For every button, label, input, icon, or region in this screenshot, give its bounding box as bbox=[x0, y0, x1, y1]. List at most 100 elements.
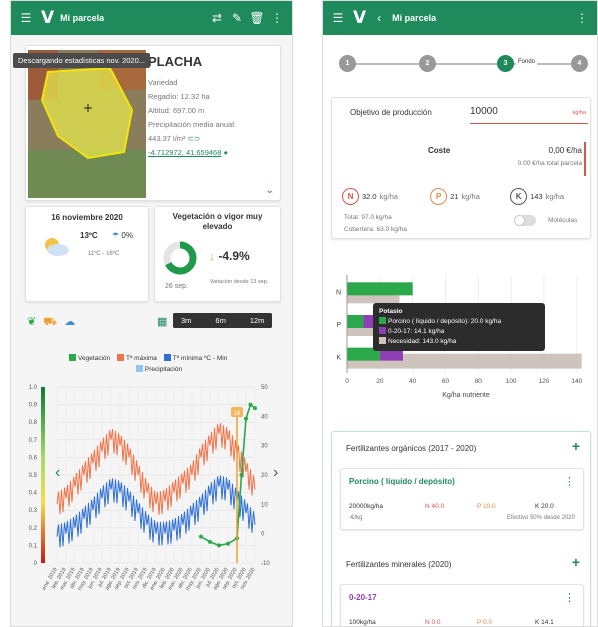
legend-item-vegetacion[interactable]: Vegetación bbox=[69, 354, 110, 362]
tooltip-row-1: Porcino ( líquido / depósito): 20.0 kg/h… bbox=[388, 318, 502, 325]
vegetation-color-scale bbox=[41, 387, 45, 563]
expand-chevron-icon[interactable]: ⌄ bbox=[266, 185, 274, 196]
vegetation-point bbox=[217, 543, 221, 548]
moleculas-label: Moléculas bbox=[548, 217, 578, 224]
chart-next-arrow[interactable]: › bbox=[273, 464, 278, 481]
bar-organic bbox=[347, 282, 413, 296]
calendar-icon[interactable]: ▦ bbox=[157, 315, 167, 328]
bar-organic bbox=[347, 315, 364, 328]
vegetation-point bbox=[248, 402, 253, 407]
step-2[interactable]: 2 bbox=[419, 55, 436, 72]
y-left-tick: 0.8 bbox=[29, 420, 38, 426]
x-tick: 40 bbox=[409, 378, 417, 385]
parcel-card: PLACHA Variedad Regadío: 12.32 ha Altitu… bbox=[25, 45, 281, 201]
y-left-tick: 0.7 bbox=[29, 438, 38, 444]
date-marker-badge-text: 16 bbox=[234, 411, 241, 417]
y-left-tick: 0.9 bbox=[29, 403, 38, 409]
mineral-fert-name: 0-20-17 bbox=[349, 593, 377, 602]
objective-card: Objetivo de producción 10000 kg/ha Coste… bbox=[331, 97, 591, 239]
x-tick: 120 bbox=[539, 378, 550, 385]
x-tick: 80 bbox=[475, 378, 483, 385]
parcel-name: PLACHA bbox=[148, 54, 203, 69]
parcel-coords-link[interactable]: -4.712972, 41.659468 bbox=[148, 148, 221, 157]
tooltip-row-2: 0-20-17: 14.1 kg/ha bbox=[388, 328, 445, 335]
organic-fert-item[interactable]: Porcino ( líquido / depósito) ⋮ 20000kg/… bbox=[340, 468, 584, 530]
category-label: N bbox=[336, 289, 341, 296]
y-right-tick: 20 bbox=[261, 473, 268, 479]
weather-vegetation-chart[interactable]: 0 0.1 0.2 0.3 0.4 0.5 0.6 0.7 0.8 0.9 1.0 -10 0 10 20 3… bbox=[11, 381, 293, 621]
weather-card: 16 noviembre 2020 13ºC ☂ 0% 11ºC - 16ºC bbox=[25, 206, 149, 302]
parcel-crop: Variedad bbox=[148, 78, 178, 87]
legend-item-precip[interactable]: Precipitación bbox=[69, 364, 249, 375]
weather-rain: 0% bbox=[121, 231, 133, 240]
chart-prev-arrow[interactable]: ‹ bbox=[55, 464, 60, 481]
chart-tooltip: Potasio Porcino ( líquido / depósito): 2… bbox=[373, 303, 545, 351]
edit-icon[interactable]: ✎ bbox=[230, 11, 244, 25]
x-tick: 60 bbox=[442, 378, 450, 385]
objective-input[interactable]: 10000 kg/ha bbox=[470, 106, 588, 124]
menu-icon[interactable]: ☰ bbox=[331, 11, 345, 25]
chart-legend: Vegetación Tª máxima Tª mínima ºC - Min … bbox=[69, 353, 289, 375]
more-vert-icon[interactable]: ⋮ bbox=[564, 591, 575, 604]
fertilizers-card: Fertilizantes orgánicos (2017 - 2020) + … bbox=[331, 431, 591, 626]
vegetation-point bbox=[239, 473, 244, 477]
parcel-map[interactable] bbox=[28, 50, 146, 198]
vegetation-point bbox=[208, 539, 212, 544]
compare-icon[interactable]: ⇄ bbox=[210, 11, 224, 25]
range-3m-button[interactable]: 3m bbox=[173, 313, 200, 328]
nutrient-p: P 21 kg/ha bbox=[430, 188, 480, 205]
weather-temp: 13ºC bbox=[80, 231, 98, 240]
more-vert-icon[interactable]: ⋮ bbox=[564, 475, 575, 488]
objective-unit: kg/ha bbox=[572, 110, 586, 116]
tooltip-title: Potasio bbox=[379, 308, 403, 315]
legend-item-tmin[interactable]: Tª mínima ºC - Min bbox=[163, 354, 227, 362]
leaf-icon[interactable]: ❦ bbox=[27, 316, 36, 328]
more-vert-icon[interactable]: ⋮ bbox=[575, 11, 589, 25]
total-line: Total: 97.0 kg/ha bbox=[344, 214, 392, 221]
objective-label: Objetivo de producción bbox=[350, 108, 432, 117]
step-3-active[interactable]: 3 bbox=[497, 55, 514, 72]
y-left-tick: 0.4 bbox=[29, 491, 38, 497]
y-left-tick: 1.0 bbox=[29, 385, 38, 391]
step-4[interactable]: 4 bbox=[571, 55, 588, 72]
vigor-gauge: 0.67 bbox=[163, 241, 197, 275]
y-right-tick: 40 bbox=[261, 414, 268, 420]
download-toast: Descargando estadísticas nov. 2020... bbox=[13, 53, 151, 68]
cloud-icon[interactable]: ☁ bbox=[64, 316, 75, 328]
legend-item-tmax[interactable]: Tª máxima bbox=[116, 354, 157, 362]
organic-fert-n: N 40.0 bbox=[425, 503, 445, 510]
parcel-altitud: Altitud: 697.00 m bbox=[148, 106, 205, 115]
more-vert-icon[interactable]: ⋮ bbox=[270, 11, 284, 25]
step-1[interactable]: 1 bbox=[339, 55, 356, 72]
y-left-tick: 0.5 bbox=[29, 473, 38, 479]
back-arrow-icon[interactable]: ‹ bbox=[372, 11, 386, 25]
vigor-gauge-value: 0.67 bbox=[175, 256, 185, 262]
organic-fert-p: P 10.0 bbox=[477, 503, 496, 510]
organic-fert-title: Fertilizantes orgánicos (2017 - 2020) bbox=[346, 444, 477, 453]
menu-icon[interactable]: ☰ bbox=[19, 11, 33, 25]
y-left-tick: 0.1 bbox=[29, 543, 38, 549]
range-12m-button[interactable]: 12m bbox=[241, 313, 273, 328]
tractor-icon[interactable]: ⛟ bbox=[43, 316, 57, 328]
moleculas-toggle[interactable] bbox=[514, 215, 536, 226]
organic-fert-name: Porcino ( líquido / depósito) bbox=[349, 477, 455, 486]
step-active-label: Fondo bbox=[516, 59, 538, 65]
app-logo: V bbox=[353, 8, 367, 28]
parcel-regadio: Regadío: 12.32 ha bbox=[148, 92, 210, 101]
delete-icon[interactable]: 🗑 bbox=[249, 11, 264, 25]
mineral-fert-item[interactable]: 0-20-17 ⋮ 100kg/ha N 0.0 P 0.0 K 14.1 bbox=[340, 584, 584, 626]
link-icon[interactable]: ⊂⊃ bbox=[188, 134, 201, 143]
mineral-fert-p: P 0.0 bbox=[477, 619, 493, 626]
vegetation-point bbox=[244, 416, 248, 421]
location-pin-icon[interactable]: ● bbox=[224, 148, 229, 157]
add-mineral-button[interactable]: + bbox=[572, 554, 580, 570]
partly-cloudy-icon bbox=[45, 238, 69, 256]
y-right-tick: -10 bbox=[261, 561, 270, 567]
range-6m-button[interactable]: 6m bbox=[207, 313, 234, 328]
nutrient-k: K 143 kg/ha bbox=[510, 188, 564, 205]
weather-date: 16 noviembre 2020 bbox=[51, 213, 123, 222]
add-organic-button[interactable]: + bbox=[572, 438, 580, 454]
cobertura-line: Cobertera: 63.0 kg/ha bbox=[344, 226, 407, 233]
x-tick: 0 bbox=[345, 378, 349, 385]
y-left-tick: 0.6 bbox=[29, 455, 38, 461]
